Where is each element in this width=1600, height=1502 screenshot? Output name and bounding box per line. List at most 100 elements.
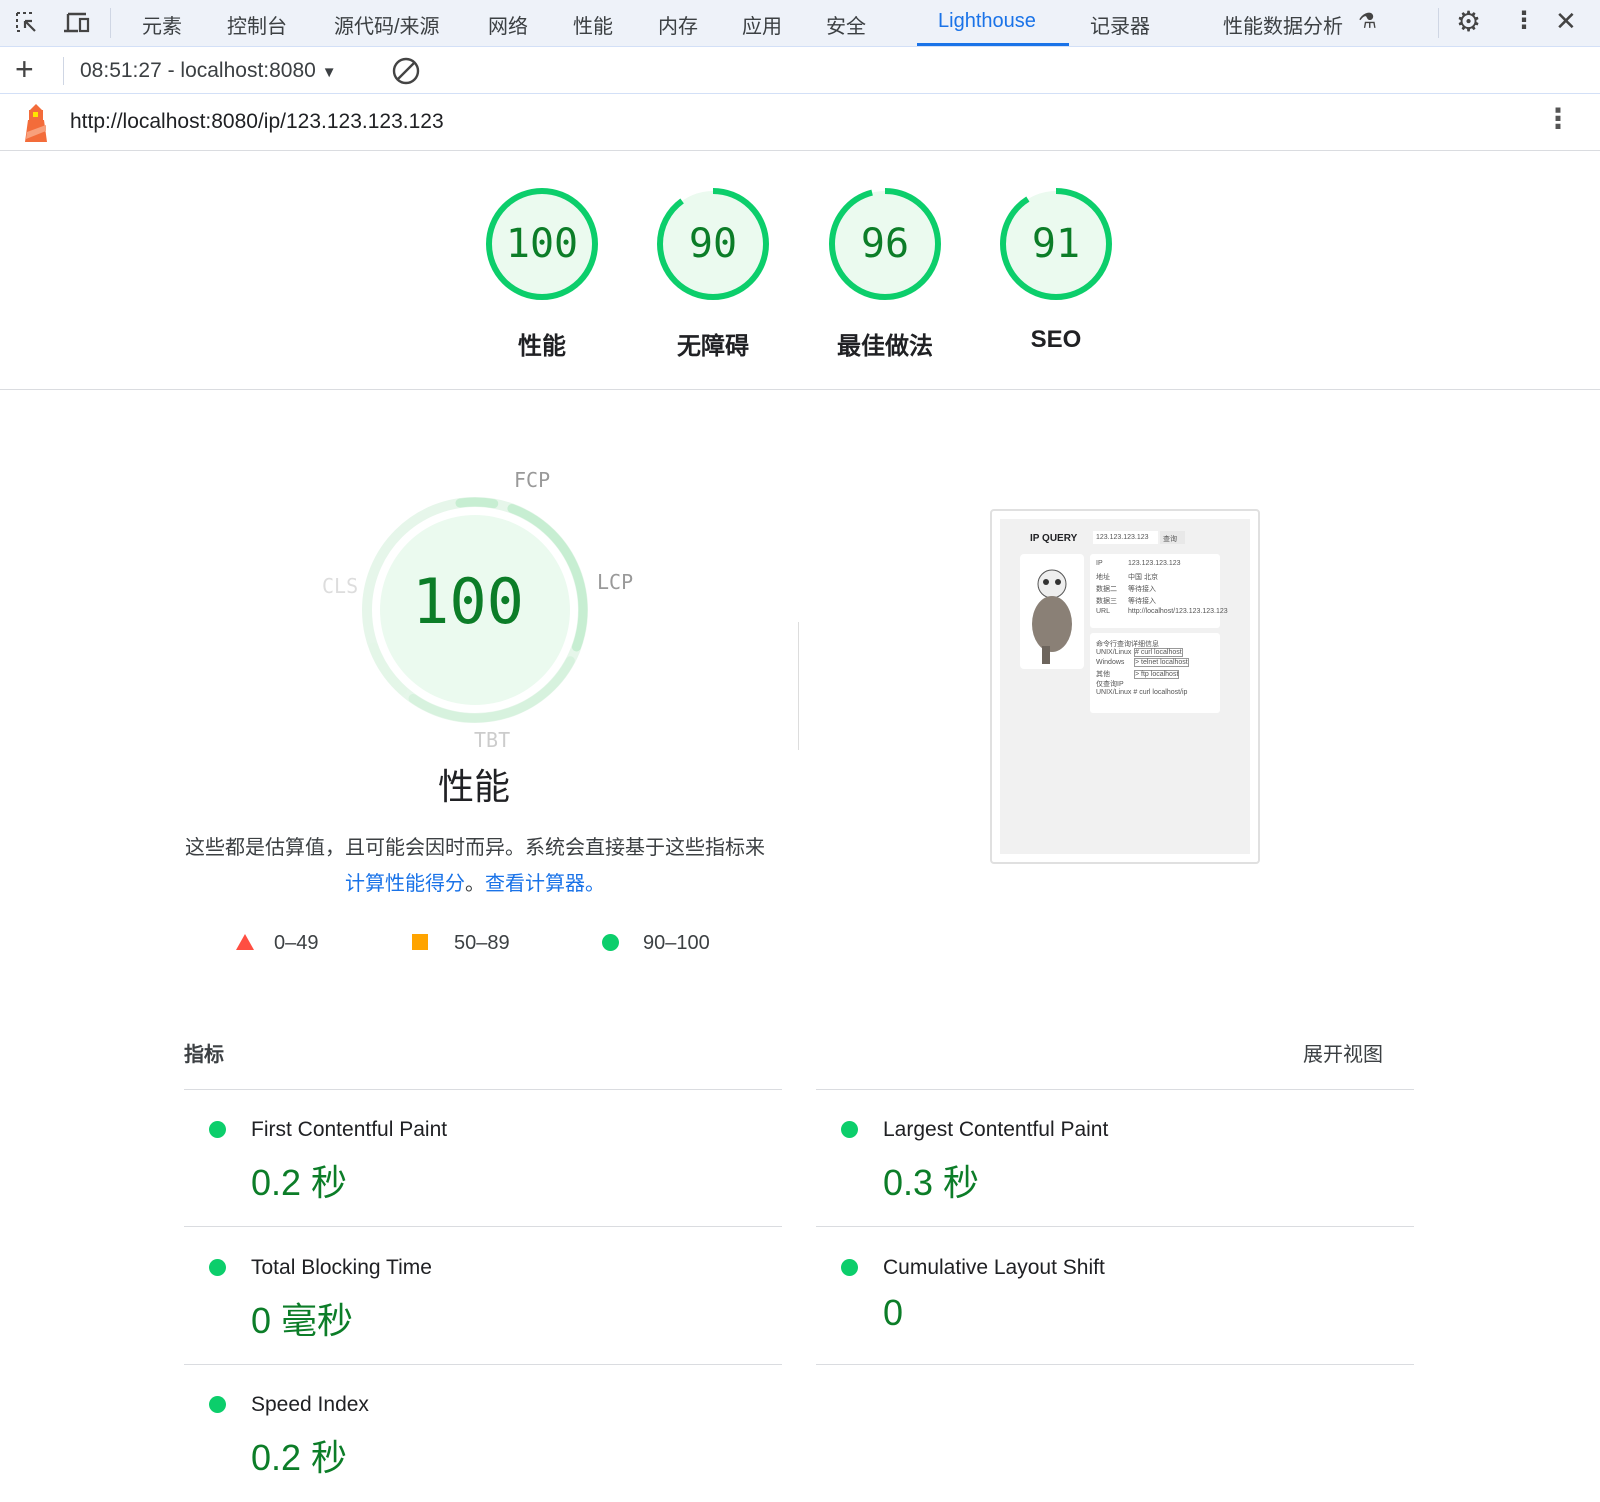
legend-fail: 0–49: [236, 932, 319, 955]
thumb-title: IP QUERY: [1030, 533, 1078, 544]
tab-performance[interactable]: 性能: [573, 10, 613, 39]
thumb-info-card: IP 123.123.123.123 地址 中国 北京 数据二 等待接入 数据三 等待接入 UR…: [1090, 554, 1228, 628]
legend-average: 50–89: [412, 932, 510, 955]
gauge-label-cls: CLS: [322, 574, 359, 598]
thumb-row-val: 等待接入: [1128, 598, 1156, 605]
tab-security[interactable]: 安全: [826, 10, 866, 39]
tab-sources[interactable]: 源代码/来源: [334, 10, 440, 39]
inspect-element-icon[interactable]: [14, 10, 40, 36]
gauge-label-lcp: LCP: [597, 570, 634, 594]
score-label: 无障碍: [677, 333, 749, 360]
metric-item: Total Blocking Time 0 毫秒: [184, 1228, 782, 1365]
thumb-cmd-os: Windows: [1096, 659, 1125, 666]
performance-score: 100: [412, 565, 524, 638]
thumb-cmd-text: > telnet localhost: [1134, 658, 1189, 667]
divider: [816, 1226, 1414, 1227]
pass-dot-icon: [841, 1121, 858, 1138]
tab-network[interactable]: 网络: [488, 10, 528, 39]
final-screenshot[interactable]: IP QUERY 123.123.123.123 查询 IP 123.123.12…: [990, 509, 1260, 864]
circle-pass-icon: [602, 934, 619, 951]
metric-value: 0 毫秒: [251, 1300, 354, 1341]
thumb-row-key: 数据三: [1096, 598, 1117, 605]
metric-name: Cumulative Layout Shift: [883, 1256, 1105, 1279]
score-label: SEO: [1030, 326, 1082, 353]
metric-name: Speed Index: [251, 1393, 369, 1416]
thumb-cmd-text: # curl localhost: [1134, 648, 1183, 657]
view-calculator-link[interactable]: 查看计算器。: [485, 873, 605, 895]
thumb-row: 地址 中国 北京: [1096, 572, 1214, 584]
score-value: 90: [688, 221, 738, 267]
divider: [816, 1364, 1414, 1365]
metric-value: 0.3 秒: [883, 1162, 980, 1203]
metric-value: 0: [883, 1292, 904, 1333]
metrics-header: 指标: [184, 1044, 224, 1066]
tab-application[interactable]: 应用: [742, 10, 782, 39]
thumb-row: IP 123.123.123.123: [1096, 560, 1214, 572]
device-toggle-icon[interactable]: [62, 10, 92, 36]
gauge-label-tbt: TBT: [474, 728, 511, 752]
pass-dot-icon: [209, 1259, 226, 1276]
lighthouse-logo-icon: [25, 104, 47, 142]
thumb-row-key: 数据二: [1096, 586, 1117, 593]
square-average-icon: [412, 934, 428, 950]
new-report-plus-icon[interactable]: +: [15, 51, 34, 88]
metric-name: Total Blocking Time: [251, 1256, 432, 1279]
legend-pass: 90–100: [602, 932, 710, 955]
tab-elements[interactable]: 元素: [142, 10, 182, 39]
metric-item: Cumulative Layout Shift 0: [816, 1228, 1414, 1365]
report-url-bar: http://localhost:8080/ip/123.123.123.123…: [0, 94, 1600, 151]
score-gauge-2[interactable]: 96 最佳做法: [827, 186, 943, 360]
thumb-row-val: 123.123.123.123: [1128, 560, 1181, 567]
devtools-tabbar: 元素 控制台 源代码/来源 网络 性能 内存 应用 安全 Lighthouse …: [0, 0, 1600, 47]
tab-lighthouse[interactable]: Lighthouse: [938, 10, 1036, 33]
thumb-cmd-os: 其他: [1096, 671, 1110, 678]
more-options-icon[interactable]: ⋮: [1512, 6, 1536, 35]
report-selector[interactable]: 08:51:27 - localhost:8080 ▼: [80, 59, 337, 83]
description-sep: 。: [465, 873, 485, 895]
report-menu-icon[interactable]: ⋮: [1544, 102, 1572, 135]
pass-dot-icon: [209, 1121, 226, 1138]
score-gauge-3[interactable]: 91 SEO: [998, 186, 1114, 353]
thumb-button: 查询: [1160, 531, 1185, 544]
metric-value: 0.2 秒: [251, 1437, 348, 1478]
performance-title: 性能: [437, 766, 510, 807]
divider: [184, 1226, 782, 1227]
score-value: 100: [505, 221, 579, 267]
thumb-row: 数据三 等待接入: [1096, 596, 1214, 608]
metric-name: First Contentful Paint: [251, 1118, 448, 1141]
calc-score-link[interactable]: 计算性能得分: [345, 873, 465, 895]
legend-fail-label: 0–49: [274, 932, 319, 954]
performance-description: 这些都是估算值，且可能会因时而异。系统会直接基于这些指标来计算性能得分。查看计算…: [180, 830, 770, 902]
lighthouse-toolbar: + 08:51:27 - localhost:8080 ▼: [0, 47, 1600, 94]
experiment-flask-icon: ⚗: [1358, 10, 1377, 33]
triangle-fail-icon: [236, 934, 254, 950]
clear-block-icon[interactable]: [391, 56, 421, 86]
thumb-ip-cmd-text: # curl localhost/ip: [1133, 689, 1188, 696]
close-devtools-icon[interactable]: ✕: [1555, 6, 1577, 37]
metric-item: Speed Index 0.2 秒: [184, 1365, 782, 1502]
thumb-input: 123.123.123.123: [1093, 531, 1158, 544]
gauge-label-fcp: FCP: [514, 468, 551, 492]
tab-memory[interactable]: 内存: [658, 10, 698, 39]
tab-recorder[interactable]: 记录器: [1090, 10, 1150, 39]
thumb-row-key: 地址: [1096, 574, 1110, 581]
score-gauge-0[interactable]: 100 性能: [484, 186, 600, 360]
dropdown-arrow-icon: ▼: [321, 64, 337, 81]
thumb-row: URL http://localhost/123.123.123.123: [1096, 608, 1228, 620]
score-gauge-1[interactable]: 90 无障碍: [655, 186, 771, 360]
metric-item: First Contentful Paint 0.2 秒: [184, 1090, 782, 1227]
report-url[interactable]: http://localhost:8080/ip/123.123.123.123: [70, 110, 444, 134]
settings-gear-icon[interactable]: ⚙: [1456, 5, 1481, 38]
description-text: 这些都是估算值，且可能会因时而异。系统会直接基于这些指标来: [185, 837, 765, 859]
score-label: 性能: [518, 333, 566, 360]
active-tab-indicator: [917, 43, 1069, 46]
pass-dot-icon: [841, 1259, 858, 1276]
tab-console[interactable]: 控制台: [227, 10, 287, 39]
legend-average-label: 50–89: [454, 932, 510, 954]
thumb-ip-only: 仅查询IP: [1096, 681, 1124, 688]
expand-view-toggle[interactable]: 展开视图: [1303, 1038, 1383, 1067]
tab-performance-insights[interactable]: 性能数据分析: [1223, 10, 1343, 39]
thumb-panda-image: [1020, 554, 1084, 669]
thumb-row-val: http://localhost/123.123.123.123: [1128, 608, 1228, 615]
thumb-row-val: 中国 北京: [1128, 574, 1158, 581]
